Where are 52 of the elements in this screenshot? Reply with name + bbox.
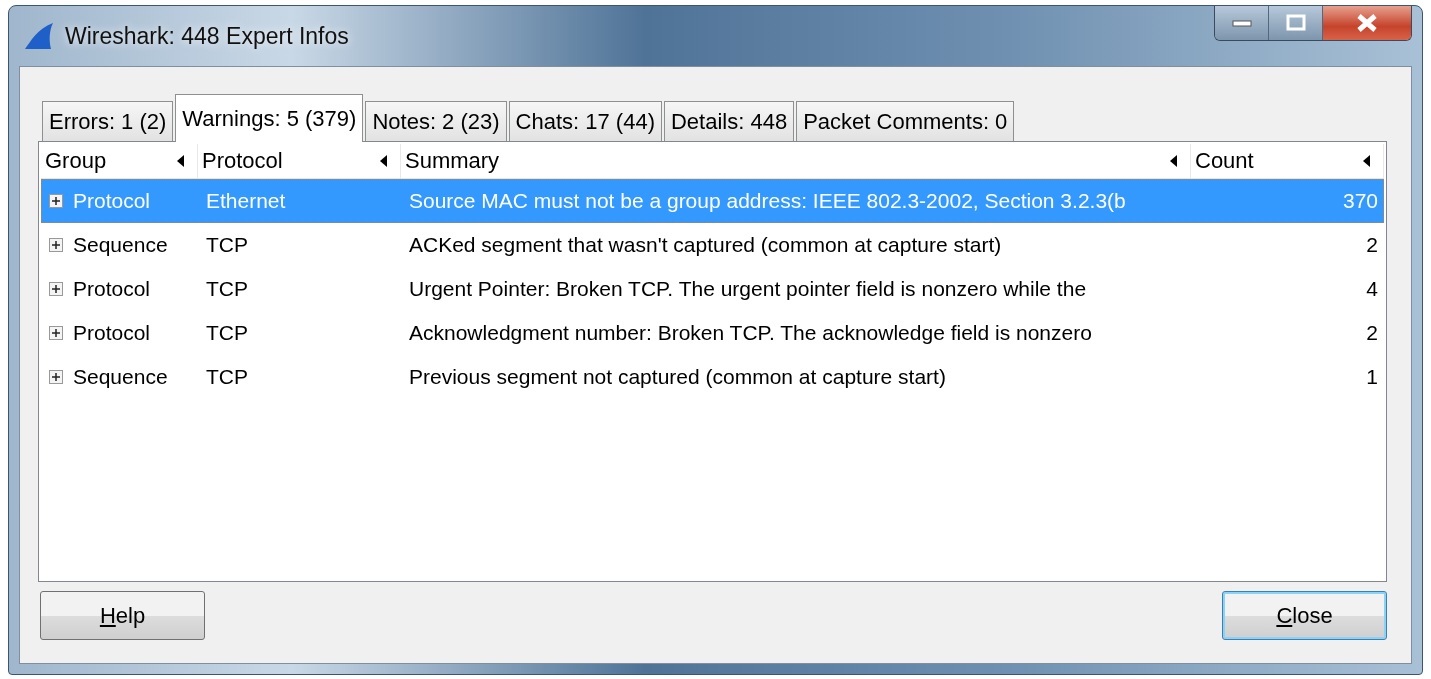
maximize-icon: [1284, 14, 1307, 32]
tab[interactable]: Details: 448: [664, 101, 795, 141]
shark-fin-icon: [23, 23, 55, 49]
table-cell: TCP: [206, 365, 248, 389]
table-cell: Protocol: [73, 189, 151, 213]
table-cell: Sequence: [73, 365, 168, 389]
table-cell: Urgent Pointer: Broken TCP. The urgent pointer field is nonzero while the: [409, 277, 1087, 301]
minimize-button[interactable]: [1215, 6, 1269, 40]
expand-icon[interactable]: [49, 282, 63, 296]
column-header[interactable]: Protocol: [198, 144, 401, 178]
expand-icon[interactable]: [49, 326, 63, 340]
table-cell: Previous segment not captured (common at capture start): [409, 365, 946, 389]
tab[interactable]: Notes: 2 (23): [365, 101, 507, 141]
table-row[interactable]: Protocol TCP Urgent Pointer: Broken TCP. The urgent pointer field is nonzero while the 4: [41, 267, 1384, 311]
table-cell: TCP: [206, 277, 248, 301]
sort-arrow-icon: [1363, 155, 1371, 167]
table-cell: TCP: [206, 321, 248, 345]
table-row[interactable]: Sequence TCP ACKed segment that wasn't captured (common at capture start) 2: [41, 223, 1384, 267]
column-header[interactable]: Group: [41, 144, 198, 178]
window-title: Wireshark: 448 Expert Infos: [65, 22, 349, 50]
sort-arrow-icon: [1170, 155, 1178, 167]
column-header[interactable]: Count: [1191, 144, 1384, 178]
table-cell: 2: [1366, 321, 1378, 345]
tab[interactable]: Warnings: 5 (379): [175, 94, 364, 142]
table-row[interactable]: Protocol TCP Acknowledgment number: Broken TCP. The acknowledge field is nonzero 2: [41, 311, 1384, 355]
table-cell: 2: [1366, 233, 1378, 257]
table-cell: ACKed segment that wasn't captured (common at capture start): [409, 233, 1002, 257]
table-cell: 1: [1366, 365, 1378, 389]
minimize-icon: [1230, 18, 1253, 28]
table-cell: Protocol: [73, 321, 151, 345]
table-cell: Protocol: [73, 277, 151, 301]
table-cell: Sequence: [73, 233, 168, 257]
table-cell: Ethernet: [206, 189, 286, 213]
table-cell: TCP: [206, 233, 248, 257]
expand-icon[interactable]: [49, 194, 63, 208]
column-header[interactable]: Summary: [401, 144, 1191, 178]
sort-arrow-icon: [177, 155, 185, 167]
sort-arrow-icon: [380, 155, 388, 167]
close-button[interactable]: [1323, 6, 1411, 40]
dialog-button[interactable]: Help: [40, 591, 205, 640]
expand-icon[interactable]: [49, 370, 63, 384]
tab[interactable]: Packet Comments: 0: [796, 101, 1015, 141]
tab[interactable]: Chats: 17 (44): [508, 101, 662, 141]
table-cell: 4: [1366, 277, 1378, 301]
maximize-button[interactable]: [1269, 6, 1323, 40]
table-cell: Acknowledgment number: Broken TCP. The acknowledge field is nonzero: [409, 321, 1092, 345]
tab[interactable]: Errors: 1 (2): [42, 101, 174, 141]
table-cell: 370: [1342, 189, 1378, 213]
table-row[interactable]: Sequence TCP Previous segment not captured (common at capture start) 1: [41, 355, 1384, 399]
table-cell: Source MAC must not be a group address: IEEE 802.3-2002, Section 3.2.3(b: [409, 189, 1126, 213]
expand-icon[interactable]: [49, 238, 63, 252]
dialog-button[interactable]: Close: [1222, 591, 1387, 640]
